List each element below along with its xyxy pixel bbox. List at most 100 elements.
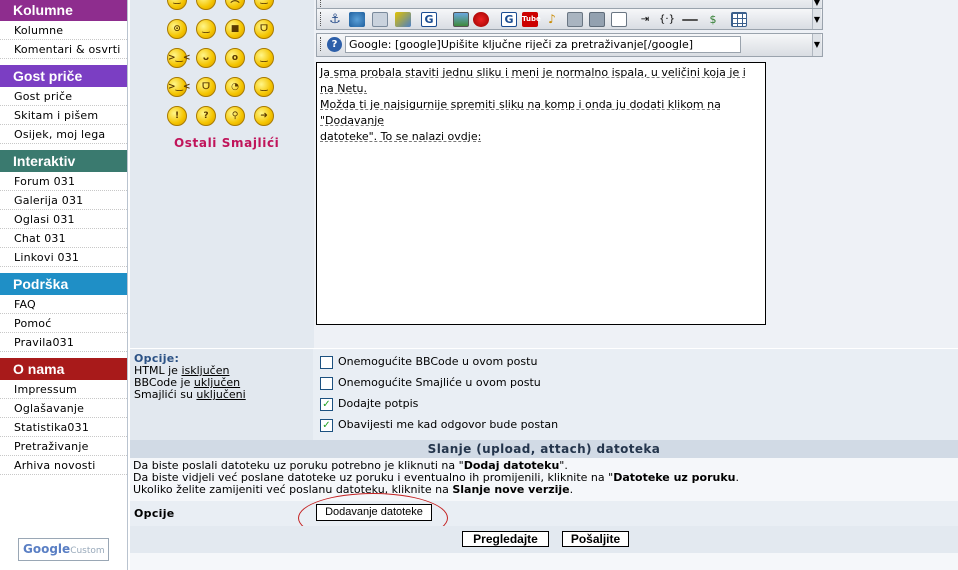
sidebar-item[interactable]: Osijek, moj lega [0, 125, 127, 144]
sidebar-item[interactable]: Skitam i pišem [0, 106, 127, 125]
cool-icon[interactable]: ■ [225, 19, 245, 39]
option-checkbox-row[interactable]: ✓ Obavijesti me kad odgovor bude postan [320, 418, 558, 434]
anchor-icon[interactable]: ⚓ [327, 12, 343, 27]
angry-icon[interactable]: >‿< [167, 48, 191, 68]
checkbox-checked[interactable]: ✓ [320, 418, 333, 432]
attachments-header: Slanje (upload, attach) datoteka [130, 440, 958, 458]
attachments-info-line: Ukoliko želite zamijeniti već poslanu da… [133, 483, 574, 496]
smilies-panel: ‿ ˘ ︵ ‿ ⊙ ‿ ■ ᗜ >‿< ᴗ o ‿ >‿< ᗜ ◔ ‿!? ⚲ ➜ Ostali Smajlići [130, 0, 314, 348]
main-content: ‿ ˘ ︵ ‿ ⊙ ‿ ■ ᗜ >‿< ᴗ o ‿ >‿< ᗜ ◔ ‿!? ⚲ ➜ Ostali Smajlići… [130, 0, 958, 570]
sidebar-item[interactable]: Chat 031 [0, 229, 127, 248]
editor-toolbar-insert: ⚓ G G Tube ♪ ⇥ {·} $ ▼ [316, 8, 823, 30]
horizontal-rule-icon[interactable] [682, 19, 698, 21]
surprised-icon[interactable]: o [225, 48, 245, 68]
google-icon[interactable]: G [421, 12, 437, 27]
arrow-icon[interactable]: ➜ [254, 106, 274, 126]
search-placeholder: Custom S [70, 546, 109, 556]
sidebar-item[interactable]: Gost priče [0, 87, 127, 106]
google-tag-field[interactable]: Google: [google]Upišite ključne riječi z… [345, 36, 741, 53]
web-icon[interactable] [349, 12, 365, 27]
checkbox[interactable] [320, 376, 333, 390]
sidebar-item[interactable]: Pomoć [0, 314, 127, 333]
tongue-icon[interactable]: ᴗ [196, 48, 216, 68]
checkbox-checked[interactable]: ✓ [320, 397, 333, 411]
more-smilies-link[interactable]: Ostali Smajlići [174, 136, 279, 150]
checkbox[interactable] [320, 355, 333, 369]
laugh-icon[interactable]: ᗜ [254, 19, 274, 39]
message-line: datoteke". To se nalazi ovdje: [320, 130, 482, 143]
toolbar-grip[interactable] [320, 12, 322, 26]
flash-icon[interactable] [473, 12, 489, 27]
google-custom-search-input[interactable]: GoogleCustom S [18, 538, 109, 561]
post-options: Opcije: HTML je isključen BBCode je uklj… [130, 348, 958, 441]
sidebar-item[interactable]: Pretraživanje [0, 437, 127, 456]
attachments-options-label: Opcije [134, 507, 175, 520]
smile-icon[interactable]: ‿ [167, 0, 187, 10]
toolbar-chevron-down-icon[interactable]: ▼ [812, 9, 821, 29]
option-checkbox-row[interactable]: ✓ Dodajte potpis [320, 397, 418, 413]
option-checkbox-label: Onemogućite BBCode u ovom postu [338, 355, 538, 368]
sidebar-item[interactable]: Pravila031 [0, 333, 127, 352]
dollar-icon[interactable]: $ [705, 12, 721, 27]
help-icon[interactable]: ? [327, 37, 342, 52]
option-checkbox-row[interactable]: Onemogućite BBCode u ovom postu [320, 355, 537, 371]
sidebar-item[interactable]: Forum 031 [0, 172, 127, 191]
video-icon[interactable] [567, 12, 583, 27]
wink-icon[interactable]: ˘ [196, 0, 216, 10]
magic-icon[interactable] [395, 12, 411, 27]
image-icon[interactable] [453, 12, 469, 27]
table-icon[interactable] [731, 12, 747, 27]
option-checkbox-row[interactable]: Onemogućite Smajliće u ovom postu [320, 376, 541, 392]
option-checkbox-label: Onemogućite Smajliće u ovom postu [338, 376, 541, 389]
option-checkbox-label: Dodajte potpis [338, 397, 419, 410]
exclaim-icon[interactable]: ! [167, 106, 187, 126]
attachments-options-row: Opcije Dodavanje datoteke [130, 493, 958, 543]
sidebar-item[interactable]: Statistika031 [0, 418, 127, 437]
sidebar-section-title: Podrška [0, 273, 127, 295]
message-textarea[interactable]: Ja sma probala staviti jednu sliku i men… [316, 62, 766, 325]
google-video-icon[interactable]: G [501, 12, 517, 27]
toolbar-chevron-down-icon[interactable]: ▼ [812, 34, 821, 56]
editor-toolbar-google: ? Google: [google]Upišite ključne riječi… [316, 33, 823, 57]
sidebar-item[interactable]: Oglasi 031 [0, 210, 127, 229]
smilies-status: Smajlići su uključeni [134, 388, 246, 401]
options-status: Opcije: HTML je isključen BBCode je uklj… [130, 349, 313, 441]
submit-row: Pregledajte Pošaljite [130, 526, 958, 553]
sidebar: Kolumne Kolumne Komentari & osvrti Gost pri… [0, 0, 128, 570]
happy-icon[interactable]: ‿ [254, 0, 274, 10]
sidebar-item[interactable]: Linkovi 031 [0, 248, 127, 267]
email-icon[interactable] [372, 12, 388, 27]
sidebar-section-title: Kolumne [0, 0, 127, 21]
document-icon[interactable] [611, 12, 627, 27]
sad-icon[interactable]: ︵ [225, 0, 245, 10]
sidebar-item[interactable]: Oglašavanje [0, 399, 127, 418]
smile2-icon[interactable]: ‿ [254, 77, 274, 97]
sound-icon[interactable]: ♪ [544, 12, 560, 27]
sidebar-item[interactable]: FAQ [0, 295, 127, 314]
preview-button[interactable]: Pregledajte [462, 531, 549, 547]
sidebar-item[interactable]: Komentari & osvrti [0, 40, 127, 59]
indent-icon[interactable]: ⇥ [637, 12, 653, 27]
add-file-button[interactable]: Dodavanje datoteke [316, 504, 432, 521]
sidebar-item[interactable]: Impressum [0, 380, 127, 399]
youtube-icon[interactable]: Tube [522, 12, 541, 27]
rolleyes-icon[interactable]: ◔ [225, 77, 245, 97]
confused-icon[interactable]: ⊙ [167, 19, 187, 39]
submit-button[interactable]: Pošaljite [562, 531, 629, 547]
sidebar-item[interactable]: Galerija 031 [0, 191, 127, 210]
neutral-icon[interactable]: ‿ [254, 48, 274, 68]
grin-icon[interactable]: ‿ [196, 19, 216, 39]
message-line: Možda ti je najsigurnije spremiti sliku … [320, 98, 721, 127]
code-icon[interactable]: {·} [659, 12, 675, 27]
google-logo: Google [23, 542, 71, 556]
sidebar-item[interactable]: Arhiva novosti [0, 456, 127, 475]
stream-icon[interactable] [589, 12, 605, 27]
smilies-status-link[interactable]: uključeni [196, 388, 245, 401]
question-icon[interactable]: ? [196, 106, 216, 126]
toolbar-grip[interactable] [320, 37, 322, 51]
sidebar-section-title: Interaktiv [0, 150, 127, 172]
sidebar-item[interactable]: Kolumne [0, 21, 127, 40]
evil-icon[interactable]: >‿< [167, 77, 191, 97]
devil-icon[interactable]: ᗜ [196, 77, 216, 97]
idea-icon[interactable]: ⚲ [225, 106, 245, 126]
